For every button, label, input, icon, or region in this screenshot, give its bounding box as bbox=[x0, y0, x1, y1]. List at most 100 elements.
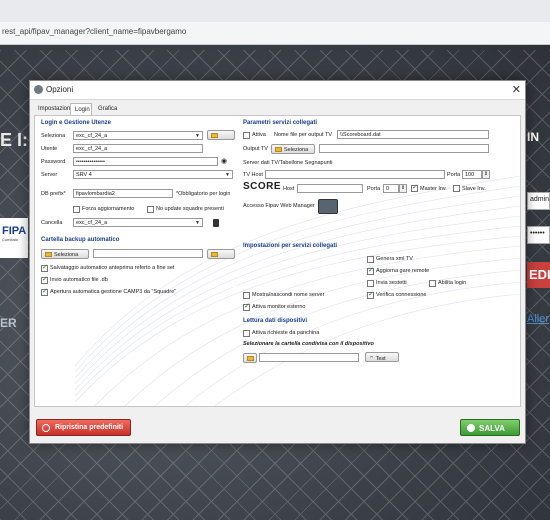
backup-select-button[interactable]: Seleziona bbox=[41, 249, 89, 259]
utente-label: Utente bbox=[41, 146, 58, 152]
auto-save-label: Salvataggio automatico anteprima referto… bbox=[50, 265, 175, 271]
score-host-input[interactable] bbox=[297, 184, 363, 193]
background-login-button[interactable]: EDI bbox=[527, 262, 550, 288]
genera-tv-checkbox[interactable] bbox=[367, 256, 374, 263]
camp3-checkbox[interactable] bbox=[41, 287, 48, 296]
mostra-nome-label: Mostra/nascondi nome server bbox=[252, 292, 325, 298]
seleziona-label: Seleziona bbox=[41, 133, 66, 139]
tab-impostazioni[interactable]: Impostazioni bbox=[34, 103, 72, 115]
web-manager-button[interactable] bbox=[318, 199, 338, 214]
browser-chrome bbox=[0, 0, 550, 22]
wifi-icon: ⌔ bbox=[369, 356, 376, 362]
login-tab-panel: Login e Gestione Utenze Seleziona exc_cf… bbox=[34, 115, 521, 407]
verifica-checkbox[interactable] bbox=[367, 290, 374, 299]
readers-section-title: Lettura dati dispositivi bbox=[243, 318, 308, 324]
server-dati-label: Server dati TV/Tabellone Segnapunti bbox=[243, 160, 333, 166]
tv-file-label: Nome file per output TV bbox=[274, 132, 332, 138]
output-tv-input[interactable] bbox=[319, 144, 489, 153]
invia-sestetti-checkbox[interactable] bbox=[367, 280, 374, 287]
key-icon bbox=[211, 252, 218, 257]
backup-path-input[interactable] bbox=[93, 249, 203, 258]
slave-label: Slave Inv. bbox=[462, 186, 486, 192]
tv-host-input[interactable] bbox=[265, 170, 445, 179]
server-select-value: SRV 4 bbox=[76, 172, 92, 178]
verifica-label: Verifica connessione bbox=[376, 292, 427, 298]
dialog-title: Opzioni bbox=[46, 85, 74, 94]
user-select-value: exc_cf_24_a bbox=[76, 133, 108, 139]
db-prefix-input[interactable]: fipavlombardia2 bbox=[73, 189, 173, 198]
server-select[interactable]: SRV 4 ▼ bbox=[73, 170, 233, 179]
address-bar[interactable]: rest_api/fipav_manager?client_name=fipav… bbox=[0, 22, 550, 45]
send-db-label: Invio automatico file .db bbox=[50, 277, 108, 283]
service-settings-section-title: Impostazioni per servizi collegati bbox=[243, 243, 338, 249]
score-porta-label: Porta bbox=[367, 186, 381, 192]
test-button-label: Test bbox=[375, 356, 386, 362]
password-label: Password bbox=[41, 159, 66, 165]
camp3-label: Apertura automatica gestione CAMP3 da "S… bbox=[50, 289, 177, 295]
cancella-label: Cancella bbox=[41, 220, 63, 226]
user-select[interactable]: exc_cf_24_a ▼ bbox=[73, 131, 203, 140]
porta-spinner[interactable]: ⇕ bbox=[482, 170, 490, 179]
background-right-heading: IN bbox=[527, 130, 539, 144]
slave-checkbox[interactable] bbox=[453, 185, 460, 192]
force-update-label: Forza aggiornamento bbox=[82, 206, 135, 212]
force-update-checkbox[interactable] bbox=[73, 206, 80, 213]
trash-icon[interactable] bbox=[213, 219, 219, 227]
porta-input[interactable]: 100 bbox=[462, 170, 482, 179]
abilita-login-checkbox[interactable] bbox=[429, 280, 436, 287]
web-manager-label: Accesso Fipav Web Manager bbox=[243, 203, 315, 209]
tv-file-input[interactable]: \\Scoreboard.dat bbox=[337, 130, 489, 139]
reset-defaults-label: Ripristina predefiniti bbox=[55, 424, 124, 431]
cancella-select[interactable]: exc_cf_24_a ▼ bbox=[73, 218, 203, 227]
send-db-checkbox[interactable] bbox=[41, 275, 48, 284]
reset-defaults-button[interactable]: Ripristina predefiniti bbox=[36, 419, 131, 436]
output-select-label: Seleziona bbox=[284, 147, 309, 153]
reset-icon bbox=[42, 424, 50, 432]
tab-grafica[interactable]: Grafica bbox=[94, 103, 122, 115]
auto-save-checkbox[interactable] bbox=[41, 263, 48, 272]
folder-icon bbox=[247, 356, 254, 361]
chevron-down-icon: ▼ bbox=[195, 220, 200, 226]
utente-input[interactable]: exc_cf_24_a bbox=[73, 144, 203, 153]
password-input[interactable]: ••••••••••••••• bbox=[73, 157, 218, 166]
backup-select-label: Seleziona bbox=[54, 252, 79, 258]
save-button[interactable]: SALVA bbox=[460, 419, 520, 436]
mostra-nome-checkbox[interactable] bbox=[243, 292, 250, 299]
background-link[interactable]: Aller bbox=[527, 313, 549, 325]
backup-action-button[interactable] bbox=[207, 249, 235, 259]
score-porta-spinner[interactable]: ⇕ bbox=[399, 184, 407, 193]
user-action-button[interactable] bbox=[207, 130, 235, 140]
background-brand-text: FIPA bbox=[2, 225, 27, 237]
app-icon bbox=[34, 85, 43, 94]
score-porta-input[interactable]: 0 bbox=[383, 184, 399, 193]
attiva-checkbox[interactable] bbox=[243, 132, 250, 139]
folder-icon bbox=[275, 147, 282, 152]
test-button[interactable]: ⌔ Test bbox=[365, 352, 399, 362]
attiva-monitor-checkbox[interactable] bbox=[243, 302, 250, 311]
eye-icon[interactable]: ◉ bbox=[221, 157, 227, 165]
services-section-title: Parametri servizi collegati bbox=[243, 120, 318, 126]
background-password-input[interactable]: •••••• bbox=[527, 226, 550, 244]
aggiorna-gare-checkbox[interactable] bbox=[367, 266, 374, 275]
close-icon[interactable]: ✕ bbox=[512, 83, 521, 96]
output-select-button[interactable]: Seleziona bbox=[271, 144, 315, 154]
save-button-label: SALVA bbox=[479, 424, 505, 433]
check-icon bbox=[467, 424, 475, 432]
key-icon bbox=[211, 133, 218, 138]
tv-host-label: TV Host bbox=[243, 172, 263, 178]
background-username-input[interactable]: admin bbox=[527, 192, 550, 210]
db-prefix-label: DB prefix* bbox=[41, 191, 66, 197]
score-logo: SCORE bbox=[243, 181, 282, 192]
master-checkbox[interactable] bbox=[411, 183, 418, 192]
invia-sestetti-label: Invia sestetti bbox=[376, 280, 407, 286]
porta-label: Porta bbox=[447, 172, 461, 178]
options-dialog: Opzioni ✕ Impostazioni Login Grafica Log… bbox=[29, 80, 526, 444]
attiva-richieste-checkbox[interactable] bbox=[243, 330, 250, 337]
shared-folder-input[interactable] bbox=[259, 353, 359, 362]
attiva-label: Attiva bbox=[252, 132, 266, 138]
background-heading-2: ER bbox=[0, 316, 17, 330]
address-bar-url[interactable]: rest_api/fipav_manager?client_name=fipav… bbox=[2, 27, 186, 36]
shared-folder-button[interactable] bbox=[243, 353, 257, 363]
chevron-down-icon: ▼ bbox=[225, 172, 230, 178]
no-update-checkbox[interactable] bbox=[147, 206, 154, 213]
